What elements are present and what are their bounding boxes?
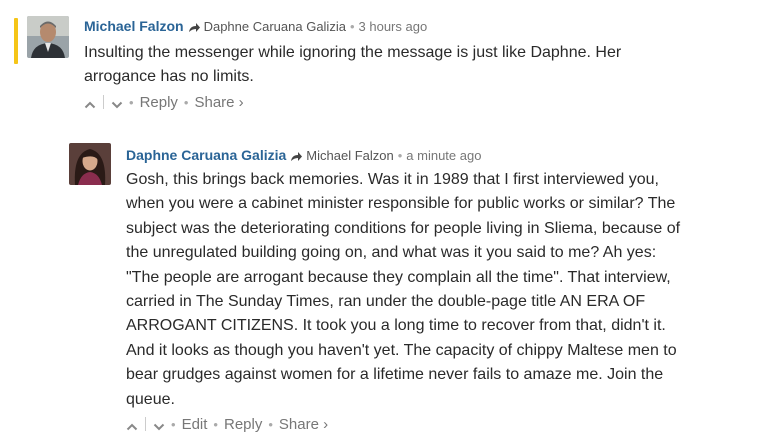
avatar[interactable]	[69, 143, 111, 185]
upvote-icon[interactable]	[126, 418, 138, 438]
share-link[interactable]: Share ›	[279, 416, 328, 433]
comment-body: Insulting the messenger while ignoring t…	[84, 44, 622, 86]
reply-arrow-icon	[290, 149, 303, 167]
separator-dot: •	[213, 417, 218, 432]
author-name[interactable]: Daphne Caruana Galizia	[126, 147, 286, 163]
avatar[interactable]	[27, 16, 69, 58]
separator-dot: •	[183, 95, 189, 110]
separator-dot: •	[268, 417, 273, 432]
upvote-icon[interactable]	[84, 96, 96, 116]
edit-link[interactable]: Edit	[182, 416, 208, 433]
new-comment-marker	[14, 18, 18, 64]
vote-divider	[145, 417, 146, 431]
comment-header: Daphne Caruana Galizia Michael Falzon • a m…	[126, 146, 481, 167]
downvote-icon[interactable]	[153, 418, 165, 438]
separator-dot: •	[397, 148, 403, 163]
separator-dot: •	[171, 417, 176, 432]
reply-arrow-icon	[188, 20, 201, 38]
in-reply-to[interactable]: Daphne Caruana Galizia	[204, 19, 346, 34]
reply-link[interactable]: Reply	[224, 416, 262, 433]
comment-body: Gosh, this brings back memories. Was it …	[126, 171, 681, 408]
comment-header: Michael Falzon Daphne Caruana Galizia • 3 h…	[84, 17, 427, 38]
downvote-icon[interactable]	[111, 96, 123, 116]
reply-link[interactable]: Reply	[140, 94, 178, 111]
comment-actions: • Edit • Reply • Share ›	[126, 415, 328, 438]
separator-dot: •	[129, 95, 134, 110]
share-link[interactable]: Share ›	[194, 94, 243, 111]
separator-dot: •	[349, 19, 355, 34]
timestamp[interactable]: 3 hours ago	[359, 19, 428, 34]
comment-actions: • Reply • Share ›	[84, 93, 244, 116]
vote-divider	[103, 95, 104, 109]
in-reply-to[interactable]: Michael Falzon	[306, 148, 393, 163]
author-name[interactable]: Michael Falzon	[84, 18, 184, 34]
timestamp[interactable]: a minute ago	[406, 148, 481, 163]
